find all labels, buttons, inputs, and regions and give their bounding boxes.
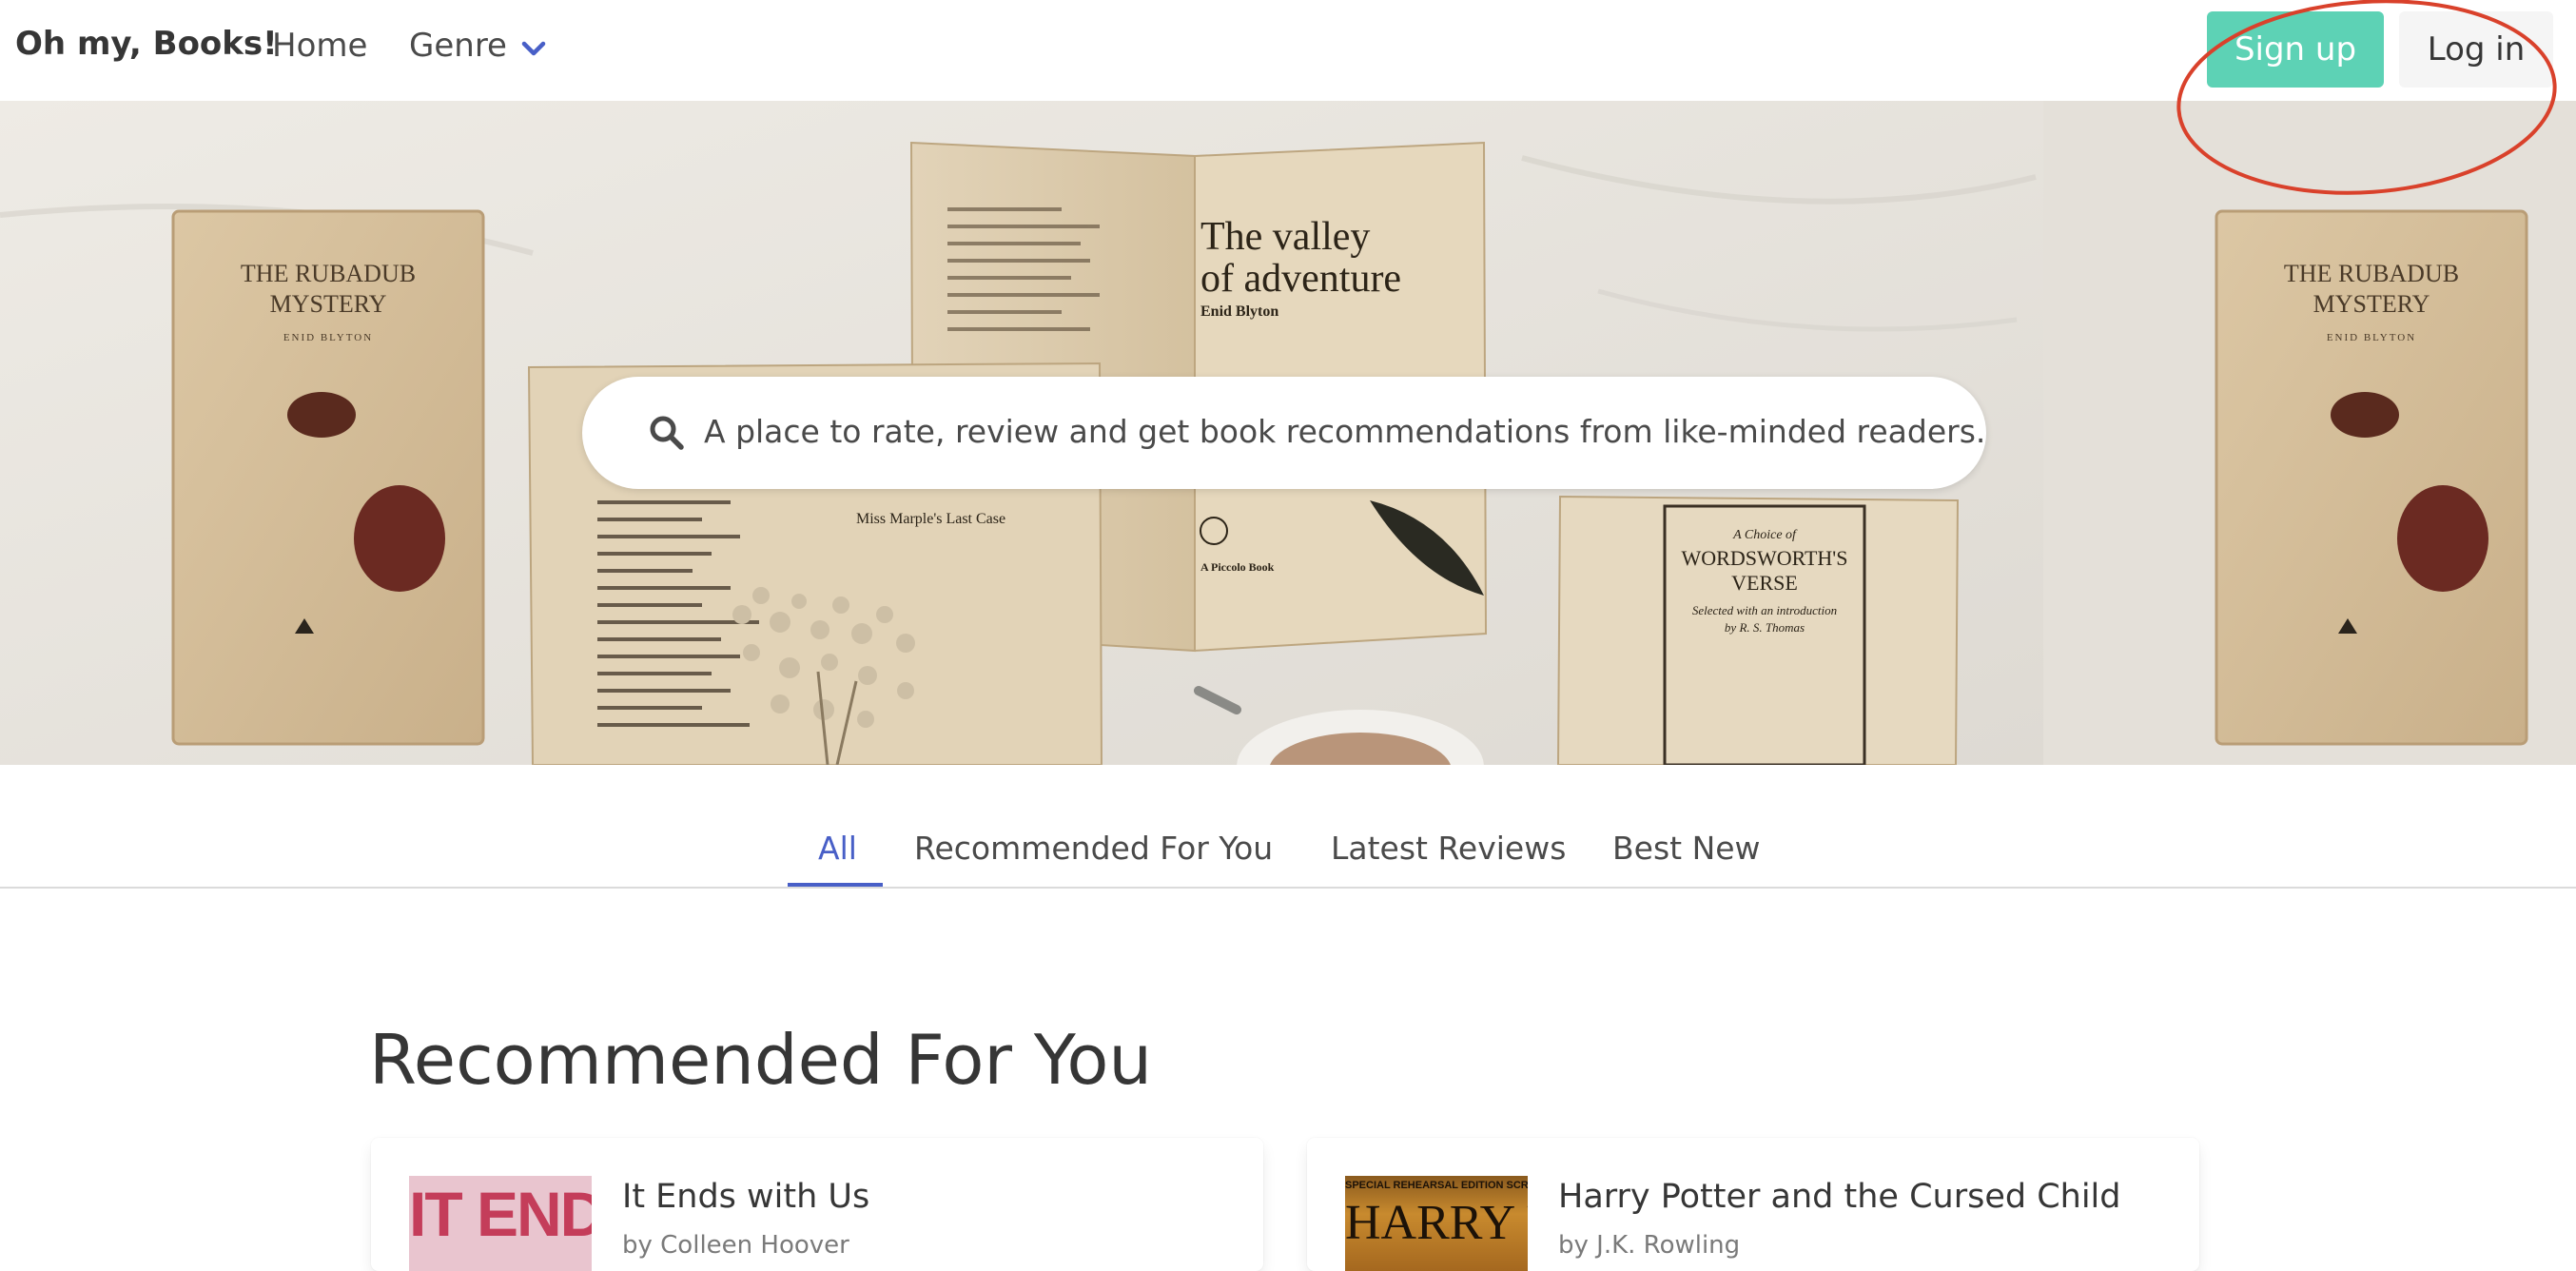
- book-title[interactable]: It Ends with Us: [622, 1178, 869, 1216]
- login-button[interactable]: Log in: [2399, 11, 2553, 88]
- book-lower-right-line4: Selected with an introduction: [1692, 603, 1837, 617]
- book-left-title-2: MYSTERY: [270, 290, 387, 318]
- search-bar[interactable]: A place to rate, review and get book rec…: [582, 377, 1986, 489]
- book-author: by J.K. Rowling: [1558, 1231, 1741, 1260]
- book-left: THE RUBADUB MYSTERY ENID BLYTON: [171, 209, 485, 746]
- book-center-title-2: of adventure: [1200, 257, 1401, 301]
- nav-home-link[interactable]: Home: [272, 27, 367, 65]
- tab-latest-reviews[interactable]: Latest Reviews: [1331, 830, 1566, 867]
- book-cover[interactable]: IT ENDS: [409, 1176, 592, 1271]
- book-lower-right-line3: VERSE: [1731, 571, 1798, 595]
- brand-logo[interactable]: Oh my, Books!: [15, 25, 278, 63]
- tab-recommended-for-you[interactable]: Recommended For You: [914, 830, 1273, 867]
- book-author: by Colleen Hoover: [622, 1231, 849, 1260]
- book-title[interactable]: Harry Potter and the Cursed Child: [1558, 1178, 2120, 1216]
- book-card[interactable]: SPECIAL REHEARSAL EDITION SCRIPT HARRY P…: [1307, 1138, 2199, 1271]
- book-cover[interactable]: SPECIAL REHEARSAL EDITION SCRIPT HARRY P…: [1345, 1176, 1528, 1271]
- hero-banner: THE RUBADUB MYSTERY ENID BLYTON THE RUBA…: [0, 101, 2576, 765]
- book-cover-subtitle: SPECIAL REHEARSAL EDITION SCRIPT: [1345, 1180, 1528, 1191]
- book-lower-right-line2: WORDSWORTH'S: [1682, 546, 1848, 570]
- book-right: THE RUBADUB MYSTERY ENID BLYTON: [2215, 209, 2528, 746]
- section-title: Recommended For You: [369, 1020, 1153, 1100]
- book-center-author: Enid Blyton: [1200, 303, 1278, 320]
- book-lower-right-line1: A Choice of: [1732, 528, 1798, 542]
- tab-best-new[interactable]: Best New: [1612, 830, 1761, 867]
- book-right-title-1: THE RUBADUB: [2284, 260, 2459, 287]
- book-lower-right-line5: by R. S. Thomas: [1725, 620, 1805, 635]
- book-cover-text: HARRY POTTER: [1345, 1196, 1528, 1250]
- navbar: Oh my, Books! Home Genre Sign up Log in: [0, 0, 2576, 101]
- book-right-author: ENID BLYTON: [2327, 332, 2416, 343]
- book-lower-left-subtitle: Miss Marple's Last Case: [856, 511, 1005, 527]
- nav-genre-label: Genre: [409, 27, 507, 65]
- signup-button[interactable]: Sign up: [2207, 11, 2384, 88]
- book-left-author: ENID BLYTON: [283, 332, 373, 343]
- book-lower-right: A Choice of WORDSWORTH'S VERSE Selected …: [1556, 495, 1960, 765]
- active-tab-indicator: [788, 883, 883, 887]
- book-right-title-2: MYSTERY: [2313, 290, 2430, 318]
- search-icon: [650, 416, 684, 450]
- book-card[interactable]: IT ENDS It Ends with Us by Colleen Hoove…: [371, 1138, 1263, 1271]
- book-left-title-1: THE RUBADUB: [241, 260, 416, 287]
- book-cover-text: IT ENDS: [409, 1179, 592, 1249]
- book-center-title-1: The valley: [1200, 215, 1370, 259]
- search-placeholder: A place to rate, review and get book rec…: [704, 413, 1986, 450]
- chevron-down-icon: [521, 41, 546, 56]
- book-center-footer: A Piccolo Book: [1200, 560, 1275, 574]
- nav-genre-dropdown[interactable]: Genre: [409, 27, 546, 65]
- tab-all[interactable]: All: [818, 830, 857, 867]
- content-tabs: All Recommended For You Latest Reviews B…: [0, 765, 2576, 889]
